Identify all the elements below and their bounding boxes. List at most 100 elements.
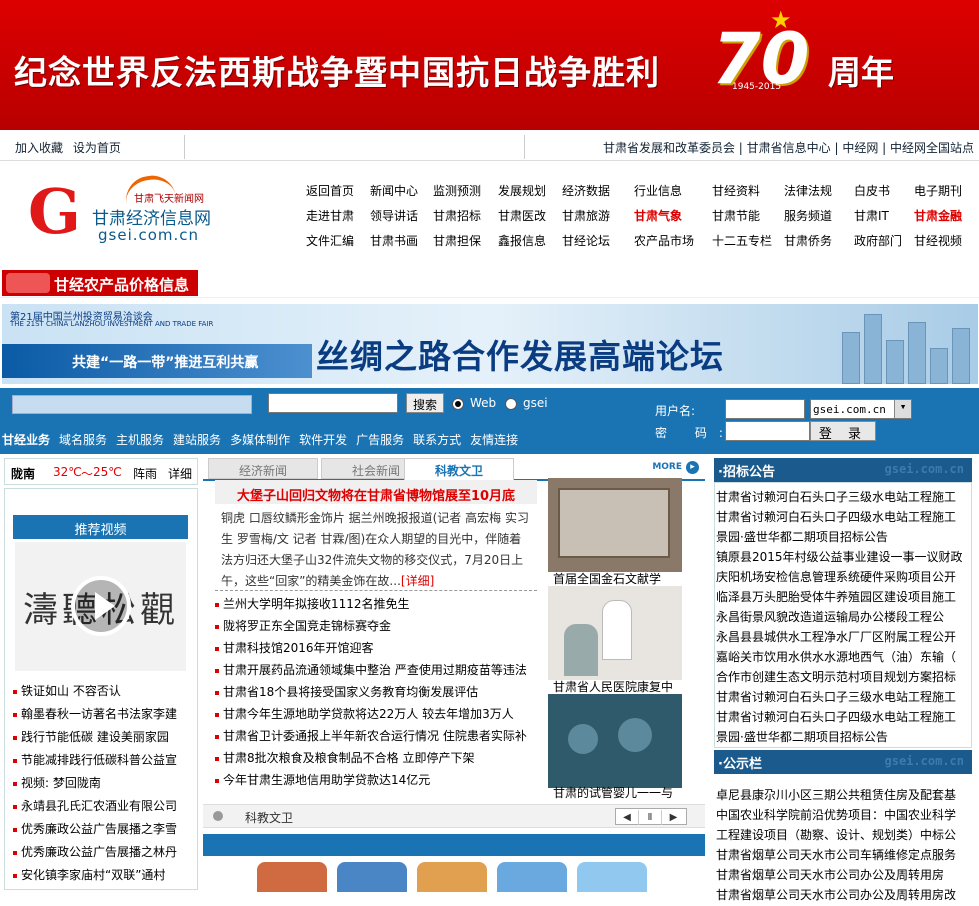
news-item[interactable]: 甘肃省卫计委通报上半年新农合运行情况 住院患者实际补 <box>215 724 527 746</box>
bid-item[interactable]: 镇原县2015年村级公益事业建设一事一议财政 <box>716 548 970 568</box>
nav-link[interactable]: 法律法规 <box>784 182 832 199</box>
nav-link[interactable]: 文件汇编 <box>306 232 354 249</box>
video-list-item[interactable]: 视频: 梦回陇南 <box>13 774 177 797</box>
tab-economy-news[interactable]: 经济新闻 <box>208 458 318 479</box>
service-link[interactable]: 多媒体制作 <box>230 433 290 447</box>
news-item[interactable]: 兰州大学明年拟接收1112名推免生 <box>215 592 527 614</box>
service-link[interactable]: 主机服务 <box>116 433 164 447</box>
login-button[interactable]: 登 录 <box>810 421 876 442</box>
service-link[interactable]: 甘经业务 <box>2 433 50 447</box>
video-list-item[interactable]: 永靖县孔氏汇农酒业有限公司 <box>13 797 177 820</box>
bid-item[interactable]: 永昌县县城供水工程净水厂厂区附属工程公开 <box>716 628 970 648</box>
service-link[interactable]: 广告服务 <box>356 433 404 447</box>
bid-item[interactable]: 甘肃省讨赖河白石头口子三级水电站工程施工 <box>716 688 970 708</box>
nav-link[interactable]: 甘经论坛 <box>562 232 610 249</box>
nav-link[interactable]: 鑫报信息 <box>498 232 546 249</box>
nav-link[interactable]: 白皮书 <box>854 182 890 199</box>
nav-link[interactable]: 甘肃IT <box>854 207 889 224</box>
service-link[interactable]: 软件开发 <box>299 433 347 447</box>
video-list-item[interactable]: 翰墨春秋一访著名书法家李建 <box>13 705 177 728</box>
nav-link[interactable]: 甘肃招标 <box>433 207 481 224</box>
notice-item[interactable]: 甘肃省烟草公司天水市公司办公及周转用房 <box>716 866 970 886</box>
thumbnail[interactable] <box>417 862 487 892</box>
notice-item[interactable]: 中国农业科学院前沿优势项目：中国农业科学 <box>716 806 970 826</box>
news-item[interactable]: 甘肃开展药品流通领域集中整治 严查使用过期疫苗等违法 <box>215 658 527 680</box>
anniversary-banner[interactable]: ★ 纪念世界反法西斯战争暨中国抗日战争胜利 70 1945-2015 周年 <box>0 0 979 130</box>
news-item[interactable]: 陇将罗正东全国竞走锦标赛夺金 <box>215 614 527 636</box>
nav-link[interactable]: 十二五专栏 <box>712 232 772 249</box>
bid-item[interactable]: 嘉峪关市饮用水供水水源地西气（油）东输（ <box>716 648 970 668</box>
nav-link[interactable]: 甘肃侨务 <box>784 232 832 249</box>
headline[interactable]: 大堡子山回归文物将在甘肃省博物馆展至10月底 <box>215 480 537 504</box>
news-item[interactable]: 今年甘肃生源地信用助学贷款达14亿元 <box>215 768 527 790</box>
service-link[interactable]: 域名服务 <box>59 433 107 447</box>
pause-icon[interactable]: Ⅱ <box>639 810 662 825</box>
nav-link[interactable]: 政府部门 <box>854 232 902 249</box>
photo-caption[interactable]: 首届全国金石文献学 <box>553 570 681 587</box>
username-input[interactable] <box>725 399 805 419</box>
bid-item[interactable]: 景园·盛世华都二期项目招标公告 <box>716 528 970 548</box>
nav-link[interactable]: 甘肃担保 <box>433 232 481 249</box>
bid-item[interactable]: 永昌街景风貌改造道运输局办公楼段工程公 <box>716 608 970 628</box>
nav-link[interactable]: 电子期刊 <box>914 182 962 199</box>
photo-surgery[interactable] <box>548 694 682 788</box>
search-input[interactable] <box>268 393 398 413</box>
prev-icon[interactable]: ◀ <box>616 810 639 825</box>
forum-ad-banner[interactable]: 第21届中国兰州投资贸易洽谈会 THE 21ST CHINA LANZHOU I… <box>2 304 978 384</box>
next-icon[interactable]: ▶ <box>662 810 685 825</box>
service-link[interactable]: 友情连接 <box>470 433 518 447</box>
nav-link[interactable]: 返回首页 <box>306 182 354 199</box>
photo-caption[interactable]: 甘肃省人民医院康复中 <box>553 678 681 695</box>
nav-link[interactable]: 行业信息 <box>634 182 682 199</box>
video-list-item[interactable]: 优秀廉政公益广告展播之李雪 <box>13 820 177 843</box>
web-radio[interactable] <box>452 398 464 410</box>
news-item[interactable]: 甘肃科技馆2016年开馆迎客 <box>215 636 527 658</box>
bid-item[interactable]: 景园·盛世华都二期项目招标公告 <box>716 728 970 748</box>
nav-link[interactable]: 甘经资料 <box>712 182 760 199</box>
news-item[interactable]: 甘肃今年生源地助学贷款将达22万人 较去年增加3万人 <box>215 702 527 724</box>
domain-select[interactable]: gsei.com.cn <box>810 399 912 419</box>
nav-link[interactable]: 新闻中心 <box>370 182 418 199</box>
site-logo[interactable]: G 甘肃飞天新闻网 甘肃经济信息网 gsei.com.cn <box>28 171 228 248</box>
search-button[interactable]: 搜索 <box>406 393 444 413</box>
partner-links[interactable]: 甘肃省发展和改革委员会 | 甘肃省信息中心 | 中经网 | 中经网全国站点 <box>603 139 974 156</box>
tab-science-education[interactable]: 科教文卫 <box>404 458 514 481</box>
nav-link[interactable]: 甘肃金融 <box>914 207 962 224</box>
video-list-item[interactable]: 节能减排践行低碳科普公益宣 <box>13 751 177 774</box>
nav-link[interactable]: 农产品市场 <box>634 232 694 249</box>
detail-link[interactable]: [详细] <box>401 574 434 588</box>
nav-link[interactable]: 甘经视频 <box>914 232 962 249</box>
service-link[interactable]: 建站服务 <box>173 433 221 447</box>
bid-item[interactable]: 甘肃省讨赖河白石头口子四级水电站工程施工 <box>716 708 970 728</box>
notice-item[interactable]: 工程建设项目（勘察、设计、规划类）中标公 <box>716 826 970 846</box>
thumbnail[interactable] <box>577 862 647 892</box>
search-ad-box[interactable] <box>12 395 252 414</box>
bid-item[interactable]: 临泽县万头肥胎受体牛养殖园区建设项目施工 <box>716 588 970 608</box>
add-favorite-link[interactable]: 加入收藏 <box>15 141 63 155</box>
agri-price-banner[interactable]: 甘经农产品价格信息 <box>2 270 198 296</box>
photo-book[interactable] <box>548 478 682 572</box>
news-item[interactable]: 甘肃省18个县将接受国家义务教育均衡发展评估 <box>215 680 527 702</box>
nav-link[interactable]: 甘肃旅游 <box>562 207 610 224</box>
video-list-item[interactable]: 优秀廉政公益广告展播之林丹 <box>13 843 177 866</box>
nav-link[interactable]: 监测预测 <box>433 182 481 199</box>
video-list-item[interactable]: 铁证如山 不容否认 <box>13 682 177 705</box>
nav-link[interactable]: 甘肃气象 <box>634 207 682 224</box>
nav-link[interactable]: 经济数据 <box>562 182 610 199</box>
thumbnail[interactable] <box>257 862 327 892</box>
bid-item[interactable]: 甘肃省讨赖河白石头口子三级水电站工程施工 <box>716 488 970 508</box>
news-item[interactable]: 甘肃8批次粮食及粮食制品不合格 立即停产下架 <box>215 746 527 768</box>
nav-link[interactable]: 走进甘肃 <box>306 207 354 224</box>
video-thumbnail[interactable]: 濤聽松觀 <box>15 542 186 671</box>
nav-link[interactable]: 发展规划 <box>498 182 546 199</box>
service-link[interactable]: 联系方式 <box>413 433 461 447</box>
photo-hospital[interactable] <box>548 586 682 680</box>
video-list-item[interactable]: 践行节能低碳 建设美丽家园 <box>13 728 177 751</box>
play-icon[interactable] <box>71 576 131 636</box>
more-link[interactable]: MORE <box>652 461 699 474</box>
photo-caption[interactable]: 甘肃的试管婴儿一一与 <box>553 784 681 801</box>
nav-link[interactable]: 甘肃医改 <box>498 207 546 224</box>
bid-item[interactable]: 庆阳机场安检信息管理系统硬件采购项目公开 <box>716 568 970 588</box>
thumbnail[interactable] <box>337 862 407 892</box>
bid-item[interactable]: 合作市创建生态文明示范村项目规划方案招标 <box>716 668 970 688</box>
